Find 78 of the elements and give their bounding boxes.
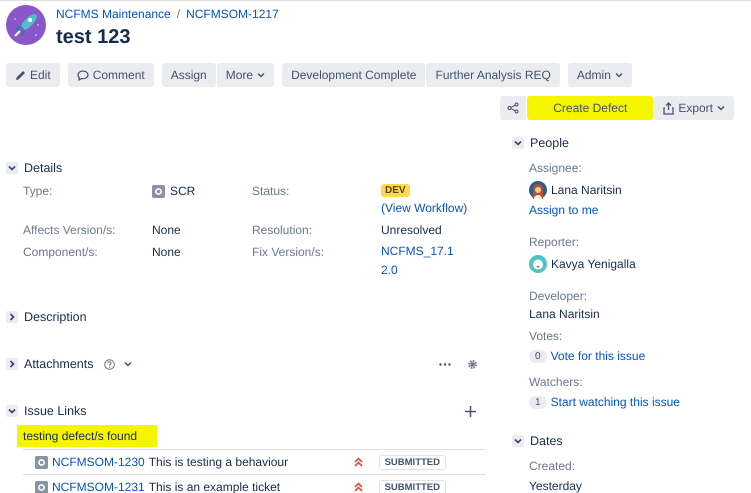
field-label: Resolution:: [252, 223, 314, 237]
assignee-name: Lana Naritsin: [551, 183, 622, 197]
field-label: Reporter:: [529, 235, 580, 249]
vote-count: 0: [529, 350, 547, 362]
issue-type-icon: [152, 184, 165, 198]
toolbar-button[interactable]: Admin: [568, 63, 632, 87]
watch-link[interactable]: Start watching this issue: [550, 395, 680, 409]
more-options-icon[interactable]: [439, 362, 451, 366]
created-date: Yesterday: [529, 479, 583, 493]
toolbar-button[interactable]: Edit: [6, 63, 60, 87]
pencil-icon: [15, 70, 26, 80]
caret-icon: [717, 105, 725, 111]
toolbar-button[interactable]: Further Analysis REQ: [426, 63, 560, 87]
share-icon[interactable]: [500, 96, 526, 120]
section-heading: Description: [24, 310, 87, 324]
section-heading: Dates: [530, 434, 563, 448]
breadcrumb-separator: /: [176, 7, 180, 21]
comment-icon: [76, 70, 89, 80]
field-value: None: [152, 245, 182, 259]
toolbar-button[interactable]: Comment: [68, 63, 154, 87]
collapse-toggle-icon[interactable]: [6, 162, 18, 174]
add-icon[interactable]: [465, 406, 476, 416]
field-label: Type:: [23, 184, 54, 198]
watcher-count: 1: [529, 396, 547, 408]
fix-version-link[interactable]: NCFMS_17.12.0: [381, 242, 457, 280]
collapse-toggle-icon[interactable]: [6, 405, 18, 417]
link-group-label: testing defect/s found: [17, 425, 158, 447]
breadcrumb-link[interactable]: NCFMS Maintenance: [56, 7, 171, 21]
user-avatar-icon: [529, 255, 547, 273]
help-icon[interactable]: [104, 358, 116, 370]
action-button[interactable]: Export: [654, 96, 734, 120]
toolbar-button[interactable]: More: [216, 63, 274, 87]
field-label: Affects Version/s:: [23, 223, 116, 237]
field-value: Unresolved: [381, 223, 443, 237]
view-workflow-link[interactable]: (View Workflow): [381, 201, 468, 215]
caret-icon: [257, 72, 266, 78]
user-avatar-icon: [529, 181, 547, 199]
breadcrumb-link[interactable]: NCFMSOM-1217: [186, 7, 279, 21]
expand-toggle-icon[interactable]: [6, 358, 18, 370]
section-heading: Attachments: [24, 357, 94, 371]
field-label: Assignee:: [529, 161, 583, 175]
issue-type-icon: [35, 456, 48, 468]
action-button[interactable]: Create Defect: [527, 96, 654, 120]
field-value: None: [152, 223, 182, 237]
section-heading: Issue Links: [24, 404, 87, 418]
priority-highest-icon: [354, 457, 363, 467]
section-heading: Details: [24, 161, 62, 175]
project-avatar-icon: [6, 5, 46, 45]
field-label: Watchers:: [529, 375, 584, 389]
issue-title: test 123: [56, 26, 132, 49]
priority-highest-icon: [354, 482, 363, 492]
section-heading: People: [530, 136, 569, 150]
issue-summary: This is testing a behaviour: [148, 455, 290, 469]
toolbar-button[interactable]: Development Complete: [282, 63, 426, 87]
field-label: Component/s:: [23, 245, 99, 259]
export-icon: [663, 102, 674, 114]
vote-link[interactable]: Vote for this issue: [550, 349, 646, 363]
status-lozenge: SUBMITTED: [378, 454, 446, 470]
field-label: Developer:: [529, 289, 588, 303]
issue-key-link[interactable]: NCFMSOM-1230: [52, 455, 145, 469]
field-label: Fix Version/s:: [252, 245, 326, 259]
expand-toggle-icon[interactable]: [6, 311, 18, 323]
caret-icon: [124, 361, 132, 367]
field-value: SCR: [170, 184, 196, 198]
collapse-toggle-icon[interactable]: [512, 137, 524, 149]
reporter-name: Kavya Yenigalla: [551, 257, 636, 271]
toolbar-button[interactable]: Assign: [162, 63, 216, 87]
field-label: Created:: [529, 459, 576, 473]
developer-name: Lana Naritsin: [529, 307, 601, 321]
settings-icon[interactable]: [467, 358, 478, 370]
assign-to-me-link[interactable]: Assign to me: [529, 203, 751, 217]
field-label: Status:: [252, 184, 290, 198]
caret-icon: [614, 72, 623, 78]
collapse-toggle-icon[interactable]: [512, 435, 524, 447]
issue-key-link[interactable]: NCFMSOM-1231: [52, 480, 145, 493]
status-lozenge: SUBMITTED: [378, 480, 446, 493]
status-lozenge: DEV: [381, 184, 410, 197]
field-label: Votes:: [529, 329, 564, 343]
